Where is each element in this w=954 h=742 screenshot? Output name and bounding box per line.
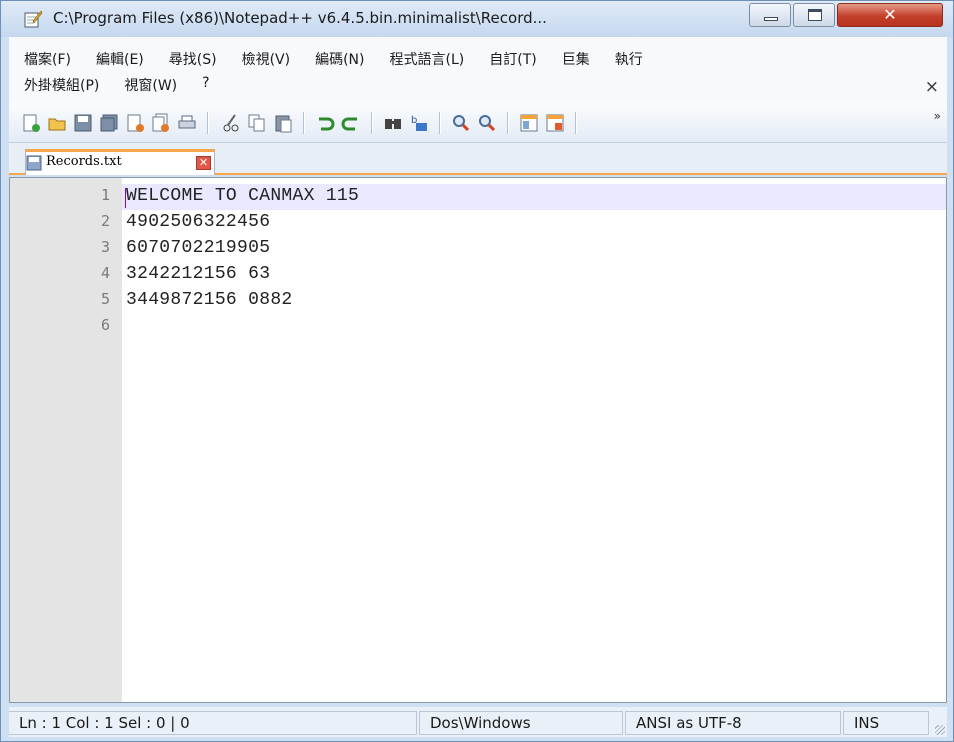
text-editor[interactable]: 1 2 3 4 5 6 WELCOME TO CANMAX 115 490250…: [9, 177, 947, 703]
toolbar-separator: [439, 112, 441, 134]
zoom-in-icon[interactable]: [451, 113, 471, 133]
line-number: 3: [100, 238, 110, 256]
menu-language[interactable]: 程式語言(L): [390, 49, 465, 71]
menu-view[interactable]: 檢視(V): [242, 49, 291, 71]
line-number: 2: [100, 212, 110, 230]
line-number-gutter: 1 2 3 4 5 6: [10, 178, 122, 702]
cursor-position-status: Ln : 1 Col : 1 Sel : 0 | 0: [9, 711, 417, 735]
menu-window[interactable]: 視窗(W): [124, 75, 177, 97]
close-document-button[interactable]: ×: [925, 77, 939, 97]
menu-edit[interactable]: 編輯(E): [96, 49, 144, 71]
toolbar-separator: [507, 112, 509, 134]
cut-icon[interactable]: [221, 113, 241, 133]
close-window-button[interactable]: ✕: [837, 3, 943, 27]
toolbar-overflow-button[interactable]: »: [934, 109, 941, 123]
maximize-icon: [808, 9, 822, 21]
menu-macro[interactable]: 巨集: [562, 49, 590, 71]
line-number: 6: [100, 316, 110, 334]
minimize-icon: [764, 17, 778, 21]
notepad-app-icon: [24, 10, 43, 28]
save-all-icon[interactable]: [99, 113, 119, 133]
line-number: 5: [100, 290, 110, 308]
sync-horizontal-icon[interactable]: [545, 113, 565, 133]
open-file-icon[interactable]: [47, 113, 67, 133]
tab-close-button[interactable]: ✕: [196, 156, 211, 170]
status-bar: Ln : 1 Col : 1 Sel : 0 | 0 Dos\Windows A…: [9, 707, 947, 737]
new-file-icon[interactable]: [21, 113, 41, 133]
menu-plugins[interactable]: 外掛模組(P): [24, 75, 99, 97]
menu-search[interactable]: 尋找(S): [169, 49, 217, 71]
sync-vertical-icon[interactable]: [519, 113, 539, 133]
redo-icon[interactable]: [341, 113, 361, 133]
notepadpp-window: C:\Program Files (x86)\Notepad++ v6.4.5.…: [0, 0, 954, 742]
tab-records-txt[interactable]: Records.txt ✕: [25, 149, 215, 175]
menu-row-1: 檔案(F) 編輯(E) 尋找(S) 檢視(V) 編碼(N) 程式語言(L) 自訂…: [9, 49, 653, 71]
toolbar-separator: [575, 112, 577, 134]
line-number: 1: [100, 186, 110, 204]
close-all-icon[interactable]: [151, 113, 171, 133]
resize-grip[interactable]: [935, 725, 945, 735]
tab-label: Records.txt: [46, 154, 122, 169]
window-title: C:\Program Files (x86)\Notepad++ v6.4.5.…: [53, 9, 547, 27]
text-line[interactable]: 3242212156 63: [126, 264, 270, 284]
title-bar[interactable]: C:\Program Files (x86)\Notepad++ v6.4.5.…: [1, 1, 953, 37]
text-line[interactable]: WELCOME TO CANMAX 115: [126, 186, 359, 206]
maximize-button[interactable]: [793, 3, 835, 27]
text-line[interactable]: 4902506322456: [126, 212, 270, 232]
menu-help[interactable]: ?: [202, 75, 209, 97]
saved-file-icon: [26, 155, 42, 171]
print-icon[interactable]: [177, 113, 197, 133]
paste-icon[interactable]: [273, 113, 293, 133]
zoom-out-icon[interactable]: [477, 113, 497, 133]
toolbar-separator: [207, 112, 209, 134]
encoding-status: ANSI as UTF-8: [625, 711, 841, 735]
toolbar-separator: [303, 112, 305, 134]
toolbar: b »: [9, 103, 947, 143]
tab-bar: Records.txt ✕: [9, 143, 947, 175]
insert-mode-status: INS: [843, 711, 929, 735]
close-file-icon[interactable]: [125, 113, 145, 133]
menu-encoding[interactable]: 編碼(N): [315, 49, 364, 71]
menu-file[interactable]: 檔案(F): [24, 49, 71, 71]
save-icon[interactable]: [73, 113, 93, 133]
menu-bar: 檔案(F) 編輯(E) 尋找(S) 檢視(V) 編碼(N) 程式語言(L) 自訂…: [9, 37, 947, 103]
line-number: 4: [100, 264, 110, 282]
text-caret: [125, 188, 126, 208]
text-line[interactable]: 3449872156 0882: [126, 290, 293, 310]
text-line[interactable]: 6070702219905: [126, 238, 270, 258]
line-ending-status: Dos\Windows: [419, 711, 623, 735]
menu-settings[interactable]: 自訂(T): [489, 49, 536, 71]
minimize-button[interactable]: [749, 3, 791, 27]
copy-icon[interactable]: [247, 113, 267, 133]
replace-icon[interactable]: b: [409, 113, 429, 133]
undo-icon[interactable]: [315, 113, 335, 133]
toolbar-separator: [371, 112, 373, 134]
menu-run[interactable]: 執行: [615, 49, 643, 71]
close-icon: ✕: [883, 5, 897, 24]
find-icon[interactable]: [383, 113, 403, 133]
menu-row-2: 外掛模組(P) 視窗(W) ?: [9, 75, 220, 97]
